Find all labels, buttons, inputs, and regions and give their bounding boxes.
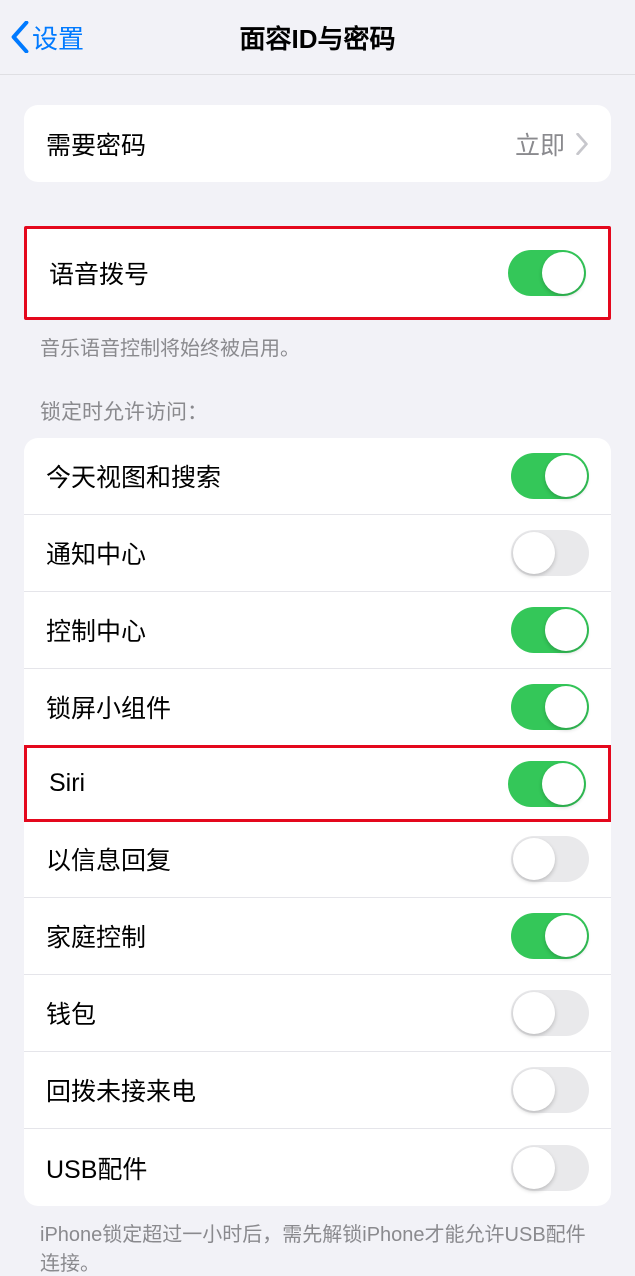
notification-center-toggle[interactable] bbox=[511, 530, 589, 576]
back-button[interactable]: 设置 bbox=[10, 19, 84, 56]
toggle-knob bbox=[513, 1069, 555, 1111]
wallet-toggle[interactable] bbox=[511, 990, 589, 1036]
home-control-toggle[interactable] bbox=[511, 913, 589, 959]
reply-with-message-label: 以信息回复 bbox=[46, 841, 171, 877]
reply-with-message-row: 以信息回复 bbox=[24, 821, 611, 898]
lock-access-header: 锁定时允许访问： bbox=[0, 396, 635, 438]
toggle-knob bbox=[513, 532, 555, 574]
today-view-label: 今天视图和搜索 bbox=[46, 458, 221, 494]
lock-screen-widgets-row: 锁屏小组件 bbox=[24, 669, 611, 746]
toggle-knob bbox=[545, 686, 587, 728]
home-control-row: 家庭控制 bbox=[24, 898, 611, 975]
toggle-knob bbox=[545, 455, 587, 497]
toggle-knob bbox=[513, 992, 555, 1034]
require-passcode-right: 立即 bbox=[515, 126, 589, 162]
require-passcode-group: 需要密码 立即 bbox=[24, 105, 611, 182]
control-center-row: 控制中心 bbox=[24, 592, 611, 669]
return-missed-calls-row: 回拨未接来电 bbox=[24, 1052, 611, 1129]
usb-accessories-row: USB配件 bbox=[24, 1129, 611, 1206]
toggle-knob bbox=[545, 609, 587, 651]
page-title: 面容ID与密码 bbox=[239, 19, 395, 56]
require-passcode-label: 需要密码 bbox=[46, 126, 146, 162]
toggle-knob bbox=[542, 763, 584, 805]
chevron-left-icon bbox=[10, 21, 30, 53]
lock-screen-widgets-label: 锁屏小组件 bbox=[46, 689, 171, 725]
control-center-toggle[interactable] bbox=[511, 607, 589, 653]
control-center-label: 控制中心 bbox=[46, 612, 146, 648]
back-label: 设置 bbox=[32, 19, 84, 56]
voice-dial-toggle[interactable] bbox=[508, 250, 586, 296]
return-missed-calls-toggle[interactable] bbox=[511, 1067, 589, 1113]
today-view-row: 今天视图和搜索 bbox=[24, 438, 611, 515]
toggle-knob bbox=[513, 1147, 555, 1189]
usb-accessories-toggle[interactable] bbox=[511, 1145, 589, 1191]
lock-screen-widgets-toggle[interactable] bbox=[511, 684, 589, 730]
require-passcode-row[interactable]: 需要密码 立即 bbox=[24, 105, 611, 182]
siri-toggle[interactable] bbox=[508, 761, 586, 807]
lock-access-footer: iPhone锁定超过一小时后，需先解锁iPhone才能允许USB配件连接。 bbox=[0, 1206, 635, 1276]
voice-dial-footer: 音乐语音控制将始终被启用。 bbox=[0, 320, 635, 361]
siri-row-highlight: Siri bbox=[24, 745, 611, 822]
voice-dial-row: 语音拨号 bbox=[27, 229, 608, 317]
require-passcode-value: 立即 bbox=[515, 126, 565, 162]
notification-center-row: 通知中心 bbox=[24, 515, 611, 592]
lock-access-group: 今天视图和搜索 通知中心 控制中心 锁屏小组件 Siri bbox=[24, 438, 611, 1206]
home-control-label: 家庭控制 bbox=[46, 918, 146, 954]
notification-center-label: 通知中心 bbox=[46, 535, 146, 571]
siri-label: Siri bbox=[49, 769, 85, 798]
wallet-row: 钱包 bbox=[24, 975, 611, 1052]
toggle-knob bbox=[513, 838, 555, 880]
voice-dial-label: 语音拨号 bbox=[49, 255, 149, 291]
toggle-knob bbox=[542, 252, 584, 294]
wallet-label: 钱包 bbox=[46, 995, 96, 1031]
navigation-header: 设置 面容ID与密码 bbox=[0, 0, 635, 75]
voice-dial-highlight: 语音拨号 bbox=[24, 226, 611, 320]
chevron-right-icon bbox=[575, 133, 589, 155]
today-view-toggle[interactable] bbox=[511, 453, 589, 499]
usb-accessories-label: USB配件 bbox=[46, 1150, 147, 1186]
toggle-knob bbox=[545, 915, 587, 957]
return-missed-calls-label: 回拨未接来电 bbox=[46, 1072, 196, 1108]
reply-with-message-toggle[interactable] bbox=[511, 836, 589, 882]
